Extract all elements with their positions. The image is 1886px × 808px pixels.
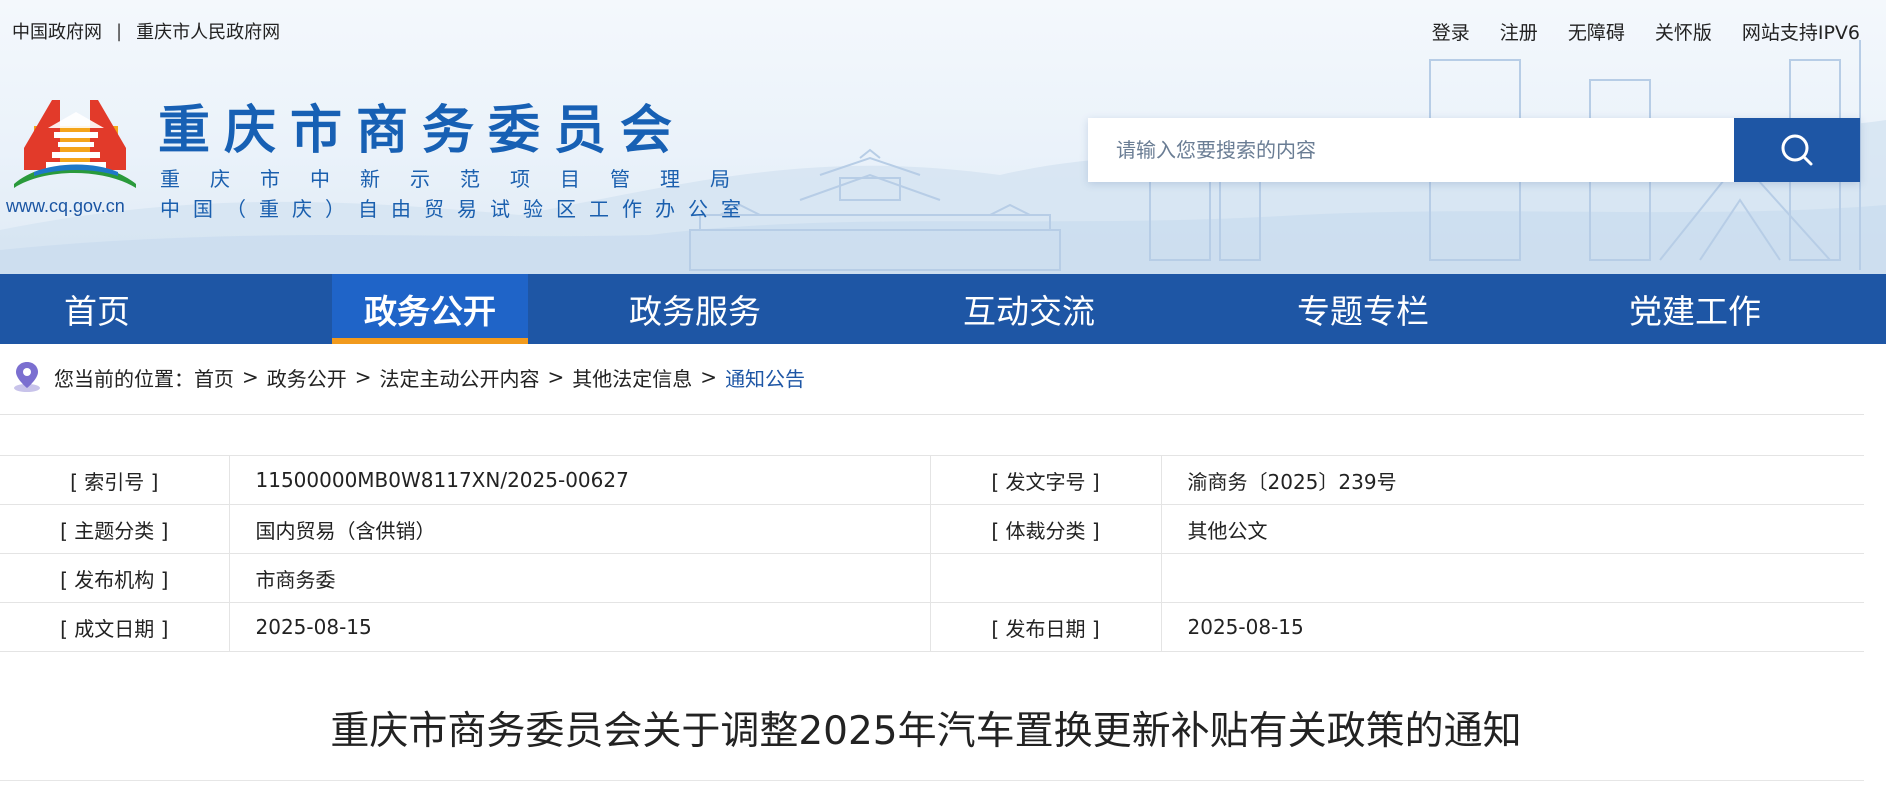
table-row: [ 发布机构 ] 市商务委 — [0, 553, 1864, 603]
document-meta-table: [ 索引号 ] 11500000MB0W8117XN/2025-00627 [ … — [0, 455, 1864, 652]
register-link[interactable]: 注册 — [1500, 18, 1538, 45]
meta-value-empty — [1160, 553, 1864, 603]
accessibility-link[interactable]: 无障碍 — [1568, 18, 1625, 45]
breadcrumb-separator: > — [700, 365, 718, 389]
topbar-separator: | — [116, 20, 123, 42]
article-title: 重庆市商务委员会关于调整2025年汽车置换更新补贴有关政策的通知 — [330, 709, 1522, 754]
search-input[interactable] — [1088, 118, 1728, 182]
nav-item-interaction[interactable]: 互动交流 — [862, 274, 1196, 344]
meta-label-genre: [ 体裁分类 ] — [929, 504, 1162, 554]
table-row: [ 索引号 ] 11500000MB0W8117XN/2025-00627 [ … — [0, 455, 1864, 505]
meta-value-topic: 国内贸易（含供销） — [228, 504, 931, 554]
breadcrumb-statutory-content[interactable]: 法定主动公开内容 — [380, 363, 540, 392]
nav-item-gov-affairs-public[interactable]: 政务公开 — [332, 274, 528, 344]
site-subtitle-1: 重庆市中新示范项目管理局 — [160, 167, 760, 191]
nav-item-party-building[interactable]: 党建工作 — [1530, 274, 1860, 344]
meta-label-publish-date: [ 发布日期 ] — [929, 602, 1162, 652]
table-row: [ 成文日期 ] 2025-08-15 [ 发布日期 ] 2025-08-15 — [0, 602, 1864, 652]
meta-label-index-no: [ 索引号 ] — [0, 455, 230, 505]
site-title: 重庆市商务委员会 — [158, 101, 687, 161]
meta-value-written-date: 2025-08-15 — [228, 602, 931, 652]
breadcrumb-separator: > — [547, 365, 565, 389]
breadcrumb-home[interactable]: 首页 — [194, 363, 234, 392]
login-link[interactable]: 登录 — [1432, 18, 1470, 45]
chongqing-emblem-logo[interactable] — [4, 88, 144, 200]
site-header: 中国政府网 | 重庆市人民政府网 登录 注册 无障碍 关怀版 网站支持IPV6 … — [0, 0, 1886, 274]
site-subtitle-2: 中国（重庆）自由贸易试验区工作办公室 — [160, 197, 754, 221]
topbar-left-links: 中国政府网 | 重庆市人民政府网 — [12, 18, 280, 44]
meta-label-written-date: [ 成文日期 ] — [0, 602, 230, 652]
meta-label-publisher: [ 发布机构 ] — [0, 553, 230, 603]
topbar-right-links: 登录 注册 无障碍 关怀版 网站支持IPV6 — [1402, 18, 1860, 45]
nav-item-special-topics[interactable]: 专题专栏 — [1196, 274, 1530, 344]
location-pin-icon — [14, 362, 40, 392]
meta-value-genre: 其他公文 — [1160, 504, 1864, 554]
breadcrumb-prefix: 您当前的位置： — [54, 366, 194, 391]
table-row: [ 主题分类 ] 国内贸易（含供销） [ 体裁分类 ] 其他公文 — [0, 504, 1864, 554]
breadcrumb-other-info[interactable]: 其他法定信息 — [572, 363, 692, 392]
link-cq-gov[interactable]: 重庆市人民政府网 — [136, 18, 280, 44]
search-icon — [1781, 134, 1813, 166]
meta-value-index-no: 11500000MB0W8117XN/2025-00627 — [228, 455, 931, 505]
main-nav: 首页 政务公开 政务服务 互动交流 专题专栏 党建工作 — [0, 274, 1886, 344]
nav-item-home[interactable]: 首页 — [0, 274, 194, 344]
logo-url-text: www.cq.gov.cn — [6, 196, 125, 216]
meta-value-publisher: 市商务委 — [228, 553, 931, 603]
meta-value-doc-no: 渝商务〔2025〕239号 — [1160, 455, 1864, 505]
link-gov-cn[interactable]: 中国政府网 — [12, 18, 102, 44]
search-box — [1088, 118, 1860, 182]
meta-label-topic: [ 主题分类 ] — [0, 504, 230, 554]
breadcrumb-notices[interactable]: 通知公告 — [725, 363, 805, 392]
breadcrumb-gov-affairs-public[interactable]: 政务公开 — [267, 363, 347, 392]
elder-mode-link[interactable]: 关怀版 — [1655, 18, 1712, 45]
meta-label-doc-no: [ 发文字号 ] — [929, 455, 1162, 505]
nav-item-gov-services[interactable]: 政务服务 — [528, 274, 862, 344]
meta-value-publish-date: 2025-08-15 — [1160, 602, 1864, 652]
meta-label-empty — [929, 553, 1162, 603]
divider — [0, 414, 1864, 415]
breadcrumb: 您当前的位置： 首页 > 政务公开 > 法定主动公开内容 > 其他法定信息 > … — [12, 360, 805, 394]
divider — [0, 780, 1864, 781]
search-button[interactable] — [1734, 118, 1860, 182]
breadcrumb-separator: > — [242, 365, 259, 389]
breadcrumb-separator: > — [354, 365, 372, 389]
ipv6-link[interactable]: 网站支持IPV6 — [1742, 18, 1860, 45]
